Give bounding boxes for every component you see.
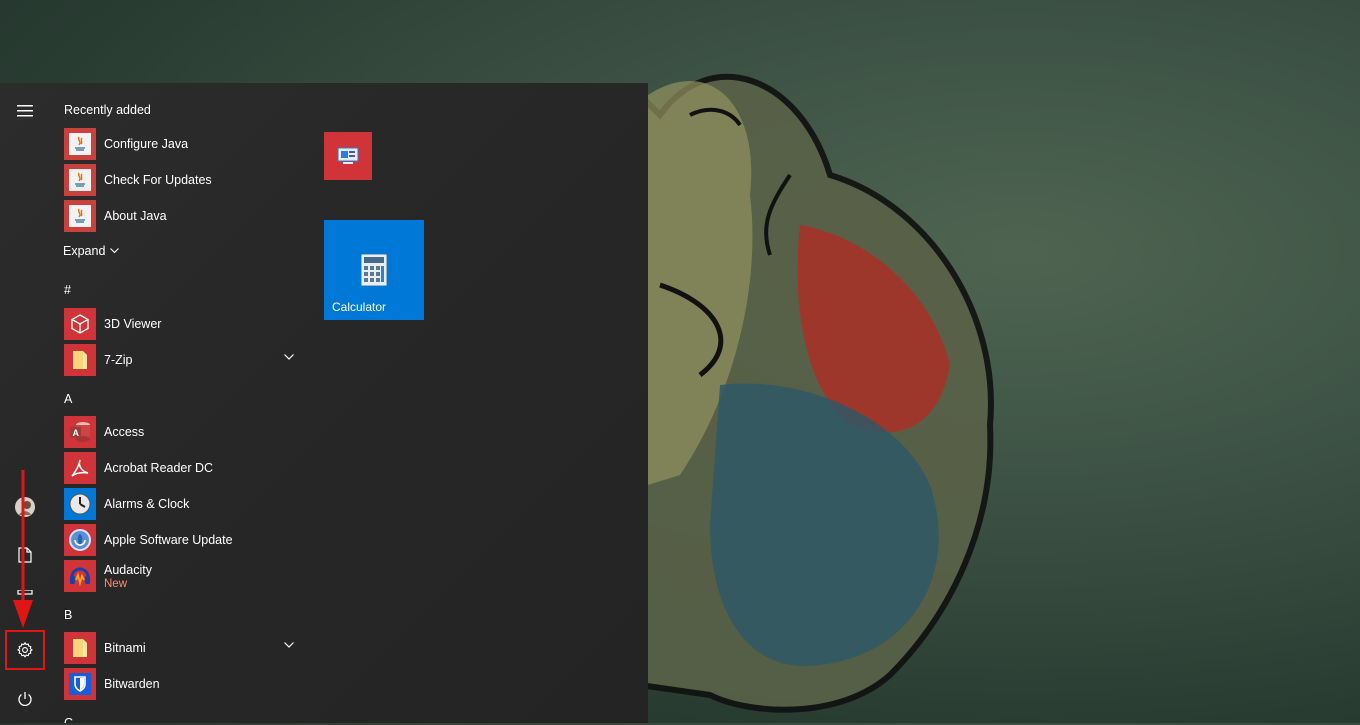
- apple-update-icon: [64, 524, 96, 556]
- app-folder-7zip[interactable]: 7-Zip: [64, 342, 300, 378]
- control-panel-icon: [337, 147, 359, 164]
- hamburger-icon: [17, 105, 33, 117]
- java-icon: [64, 200, 96, 232]
- app-label: 3D Viewer: [104, 317, 162, 331]
- chevron-down-icon[interactable]: [284, 642, 294, 649]
- app-folder-bitnami[interactable]: Bitnami: [64, 630, 300, 666]
- clock-icon: [64, 488, 96, 520]
- section-header-b[interactable]: B: [64, 608, 72, 622]
- power-icon: [18, 692, 32, 706]
- section-header-hash[interactable]: #: [64, 283, 71, 297]
- start-menu: Recently added Configure Java Check For …: [0, 83, 648, 723]
- app-label: Configure Java: [104, 137, 189, 151]
- app-label: Bitwarden: [104, 677, 160, 691]
- app-about-java[interactable]: About Java: [64, 198, 300, 234]
- annotation-arrow: [13, 470, 33, 628]
- app-label: About Java: [104, 209, 167, 223]
- folder-icon: [64, 344, 96, 376]
- acrobat-icon: [64, 452, 96, 484]
- app-check-for-updates[interactable]: Check For Updates: [64, 162, 300, 198]
- calculator-icon: [361, 254, 387, 286]
- tile-label: Calculator: [332, 300, 387, 314]
- svg-text:A: A: [73, 428, 80, 438]
- recently-added-header: Recently added: [64, 103, 151, 117]
- bitwarden-icon: [64, 668, 96, 700]
- app-label: 7-Zip: [104, 353, 133, 367]
- app-label: Alarms & Clock: [104, 497, 190, 511]
- power-button[interactable]: [5, 679, 45, 719]
- wallpaper-artwork: [637, 73, 994, 713]
- section-header-a[interactable]: A: [64, 392, 72, 406]
- app-alarms-clock[interactable]: Alarms & Clock: [64, 486, 300, 522]
- app-label: Access: [104, 425, 145, 439]
- java-icon: [64, 128, 96, 160]
- tile-control-panel[interactable]: [324, 132, 372, 180]
- app-apple-software-update[interactable]: Apple Software Update: [64, 522, 300, 558]
- app-label: Audacity: [104, 562, 152, 577]
- folder-icon: [64, 632, 96, 664]
- 3d-viewer-icon: [64, 308, 96, 340]
- app-3d-viewer[interactable]: 3D Viewer: [64, 306, 300, 342]
- app-label: Check For Updates: [104, 173, 212, 187]
- java-icon: [64, 164, 96, 196]
- settings-button[interactable]: [5, 630, 45, 670]
- app-label: Apple Software Update: [104, 533, 233, 547]
- tile-calculator[interactable]: Calculator: [324, 220, 424, 320]
- chevron-down-icon: [110, 248, 120, 254]
- chevron-down-icon[interactable]: [284, 354, 294, 361]
- app-acrobat-reader[interactable]: Acrobat Reader DC: [64, 450, 300, 486]
- expand-label: Expand: [63, 244, 106, 258]
- audacity-icon: [64, 560, 96, 592]
- app-label: Acrobat Reader DC: [104, 461, 214, 475]
- app-bitwarden[interactable]: Bitwarden: [64, 666, 300, 702]
- section-header-c[interactable]: C: [64, 716, 73, 723]
- app-configure-java[interactable]: Configure Java: [64, 126, 300, 162]
- app-list: Recently added Configure Java Check For …: [50, 83, 310, 723]
- app-label: Bitnami: [104, 641, 146, 655]
- menu-button[interactable]: [5, 91, 45, 131]
- app-access[interactable]: A Access: [64, 414, 300, 450]
- access-icon: A: [64, 416, 96, 448]
- expand-button[interactable]: Expand: [63, 244, 120, 258]
- gear-icon: [17, 641, 33, 658]
- app-audacity[interactable]: Audacity New: [64, 558, 300, 594]
- new-badge: New: [104, 577, 128, 590]
